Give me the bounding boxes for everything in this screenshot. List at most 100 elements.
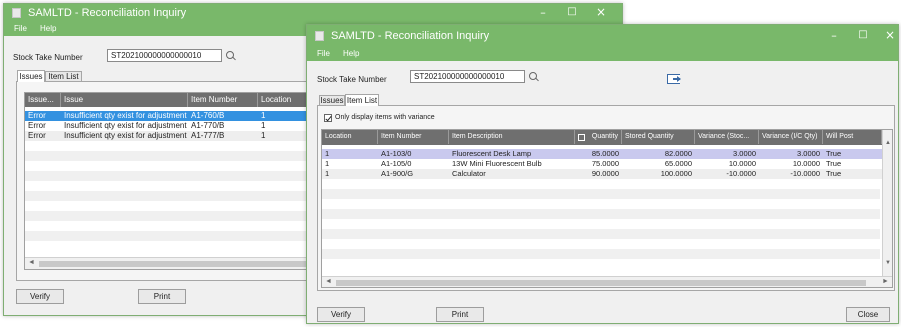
tab-item-list[interactable]: Item List [345,94,379,106]
scroll-up-icon[interactable]: ▲ [885,140,891,146]
menu-file[interactable]: File [317,49,330,58]
empty-row [322,219,880,229]
cell-stored-quantity: 100.0000 [660,169,692,178]
empty-row [322,209,880,219]
cell-location: 1 [325,159,330,168]
only-variance-label: Only display items with variance [335,114,435,121]
stock-take-label: Stock Take Number [13,53,83,62]
maximize-icon[interactable]: □ [565,6,579,17]
col-quantity-label: Quantity [591,133,618,140]
verify-button[interactable]: Verify [16,289,64,304]
stock-take-input[interactable]: ST202100000000000010 [410,70,525,83]
front-window-title: SAMLTD - Reconciliation Inquiry [331,30,490,42]
close-button[interactable]: Close [846,307,890,322]
cell-quantity: 85.0000 [591,149,619,158]
col-item-number[interactable]: Item Number [378,130,449,144]
col-quantity[interactable]: Quantity [575,130,622,144]
menu-help[interactable]: Help [343,49,359,58]
minimize-icon[interactable]: – [536,6,550,19]
col-item-description[interactable]: Item Description [449,130,575,144]
col-will-post[interactable]: Will Post [823,130,882,144]
cell-item-number: A1-777/B [191,131,225,140]
cell-variance-ic-qty: 10.0000 [792,159,820,168]
cell-issue-type: Error [28,121,46,130]
close-icon[interactable]: × [883,28,897,42]
cell-will-post: True [826,169,842,178]
front-menubar: File Help [307,47,898,61]
cell-item-number: A1-770/B [191,121,225,130]
table-row[interactable]: 1 A1-105/0 13W Mini Fluorescent Bulb 75.… [322,159,882,169]
search-icon[interactable] [529,72,539,82]
search-icon[interactable] [226,51,236,61]
cell-item-description: Calculator [452,169,486,178]
vertical-scrollbar[interactable]: ▲ ▼ [882,130,892,276]
cell-variance-stock: 10.0000 [728,159,756,168]
col-item-number[interactable]: Item Number [188,93,258,107]
table-row[interactable]: 1 A1-900/G Calculator 90.0000 100.0000 -… [322,169,882,179]
print-button[interactable]: Print [436,307,484,322]
cell-item-number: A1-760/B [191,111,225,120]
horizontal-scrollbar[interactable]: ◄ ► [322,276,892,287]
only-variance-checkbox[interactable] [324,114,332,122]
back-window-title: SAMLTD - Reconciliation Inquiry [28,7,187,19]
cell-issue-type: Error [28,131,46,140]
cell-quantity: 90.0000 [591,169,619,178]
table-row[interactable]: 1 A1-103/0 Fluorescent Desk Lamp 85.0000… [322,149,882,159]
cell-location: 1 [325,149,330,158]
empty-row [322,189,880,199]
cell-variance-stock: 3.0000 [733,149,756,158]
app-icon [12,8,21,18]
menu-file[interactable]: File [14,24,27,33]
cell-item-number: A1-105/0 [381,159,412,168]
cell-quantity: 75.0000 [591,159,619,168]
cell-stored-quantity: 82.0000 [664,149,692,158]
back-titlebar[interactable]: SAMLTD - Reconciliation Inquiry – □ × [4,4,622,22]
cell-item-description: 13W Mini Fluorescent Bulb [452,159,542,168]
print-button[interactable]: Print [138,289,186,304]
export-icon[interactable] [667,74,681,84]
cell-variance-ic-qty: 3.0000 [797,149,820,158]
front-window: SAMLTD - Reconciliation Inquiry – □ × Fi… [306,24,899,324]
cell-will-post: True [826,149,842,158]
cell-issue: Insufficient qty exist for adjustment [64,121,187,130]
column-chooser-icon[interactable] [578,134,585,141]
col-issue[interactable]: Issue [61,93,188,107]
scroll-right-icon[interactable]: ► [882,278,889,285]
tab-issues[interactable]: Issues [17,70,45,82]
cell-will-post: True [826,159,842,168]
empty-row [322,239,880,249]
scroll-left-icon[interactable]: ◄ [325,278,332,285]
menu-help[interactable]: Help [40,24,56,33]
empty-row [322,249,880,259]
col-issue-type[interactable]: Issue... [25,93,61,107]
cell-stored-quantity: 65.0000 [664,159,692,168]
stock-take-input[interactable]: ST202100000000000010 [107,49,222,62]
col-stored-quantity[interactable]: Stored Quantity [622,130,695,144]
scroll-left-icon[interactable]: ◄ [28,259,35,266]
cell-location: 1 [325,169,330,178]
app-icon [315,31,324,41]
col-location[interactable]: Location [322,130,378,144]
cell-variance-stock: -10.0000 [726,169,756,178]
close-icon[interactable]: × [594,5,608,19]
cell-variance-ic-qty: -10.0000 [790,169,820,178]
maximize-icon[interactable]: □ [856,29,870,40]
empty-row [322,179,880,189]
cell-item-number: A1-900/G [381,169,414,178]
empty-row [322,199,880,209]
items-grid-header: Location Item Number Item Description Qu… [322,130,882,145]
scrollbar-thumb[interactable] [336,280,866,286]
items-grid[interactable]: Location Item Number Item Description Qu… [321,129,893,288]
cell-issue-type: Error [28,111,46,120]
cell-issue: Insufficient qty exist for adjustment [64,131,187,140]
stock-take-label: Stock Take Number [317,75,387,84]
empty-row [322,259,880,269]
scroll-down-icon[interactable]: ▼ [885,260,891,266]
col-variance-stock[interactable]: Variance (Stoc... [695,130,759,144]
minimize-icon[interactable]: – [827,29,841,42]
cell-item-description: Fluorescent Desk Lamp [452,149,532,158]
front-titlebar[interactable]: SAMLTD - Reconciliation Inquiry – □ × [307,25,898,47]
verify-button[interactable]: Verify [317,307,365,322]
col-variance-ic-qty[interactable]: Variance (I/C Qty) [759,130,823,144]
cell-issue: Insufficient qty exist for adjustment [64,111,187,120]
